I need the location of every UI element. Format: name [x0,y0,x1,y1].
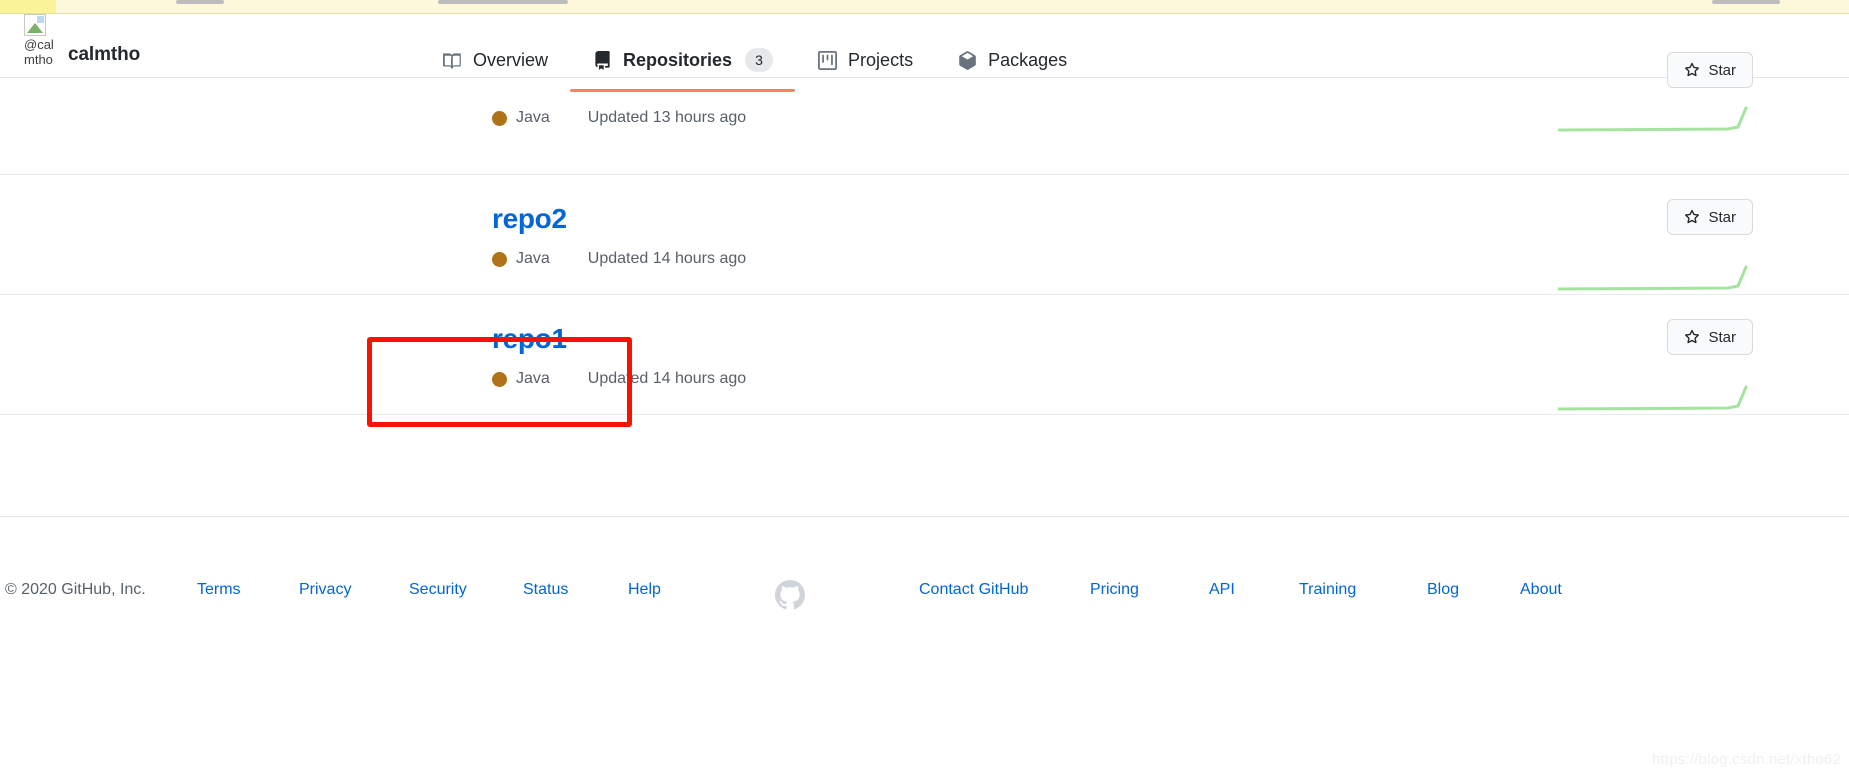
language-name: Java [516,250,550,267]
star-icon [1684,209,1700,225]
star-icon [1684,62,1700,78]
package-icon [957,50,977,70]
footer-link-contact-github[interactable]: Contact GitHub [919,581,1028,599]
repo-link[interactable]: repo1 [492,321,567,357]
repo-link[interactable]: repo2 [492,201,567,237]
watermark-text: https://blog.csdn.net/xtho62 [1651,751,1841,768]
tab-overview-label: Overview [473,49,549,70]
repository-list: Java Updated 13 hours ago Star repo2 Jav… [0,52,1849,415]
footer-link-terms[interactable]: Terms [197,581,241,599]
github-mark-icon [775,580,805,610]
star-icon [1684,329,1700,345]
footer-link-api[interactable]: API [1209,581,1235,599]
page-title: calmtho [68,44,141,65]
site-footer: © 2020 GitHub, Inc. Terms Privacy Securi… [0,517,1849,778]
tab-repositories-label: Repositories [623,49,733,70]
strip-highlight-swatch [0,0,56,13]
repo-meta: Java Updated 13 hours ago [492,109,1753,127]
profile-header: @calmtho calmtho Overview Repositories 3 [0,14,1849,92]
footer-link-training[interactable]: Training [1299,581,1356,599]
strip-chip-3 [1712,0,1780,4]
repo-meta: Java Updated 14 hours ago [492,250,1753,268]
footer-link-privacy[interactable]: Privacy [299,581,351,599]
footer-link-status[interactable]: Status [523,581,568,599]
footer-link-about[interactable]: About [1520,581,1562,599]
repo-icon [592,50,612,70]
updated-timestamp: Updated 13 hours ago [587,109,747,126]
footer-link-blog[interactable]: Blog [1427,581,1459,599]
language-color-dot [492,110,507,126]
footer-link-security[interactable]: Security [409,581,467,599]
star-button[interactable]: Star [1667,199,1753,235]
project-icon [817,50,837,70]
footer-link-pricing[interactable]: Pricing [1090,581,1139,599]
table-row: repo2 Java Updated 14 hours ago Star [0,175,1849,295]
strip-chip-2 [438,0,568,4]
language-color-dot [492,371,507,387]
footer-copyright: © 2020 GitHub, Inc. [5,581,146,598]
browser-notification-strip [0,0,1849,14]
broken-image-icon [24,14,46,36]
star-button-label: Star [1708,328,1736,346]
repositories-count-badge: 3 [745,48,774,72]
strip-chip-1 [176,0,224,4]
language-name: Java [516,109,550,126]
star-button[interactable]: Star [1667,319,1753,355]
tab-projects-label: Projects [848,49,914,70]
table-row: Java Updated 13 hours ago Star [0,52,1849,175]
tab-packages-label: Packages [988,49,1068,70]
table-row: repo1 Java Updated 14 hours ago Star [0,295,1849,415]
avatar-alt-text: @calmtho [24,37,54,67]
book-icon [442,50,462,70]
footer-link-help[interactable]: Help [628,581,661,599]
star-button-label: Star [1708,208,1736,226]
language-color-dot [492,251,507,267]
updated-timestamp: Updated 14 hours ago [587,370,747,387]
star-button-label: Star [1708,61,1736,79]
language-name: Java [516,370,550,387]
updated-timestamp: Updated 14 hours ago [587,250,747,267]
star-button[interactable]: Star [1667,52,1753,88]
repo-meta: Java Updated 14 hours ago [492,370,1753,388]
